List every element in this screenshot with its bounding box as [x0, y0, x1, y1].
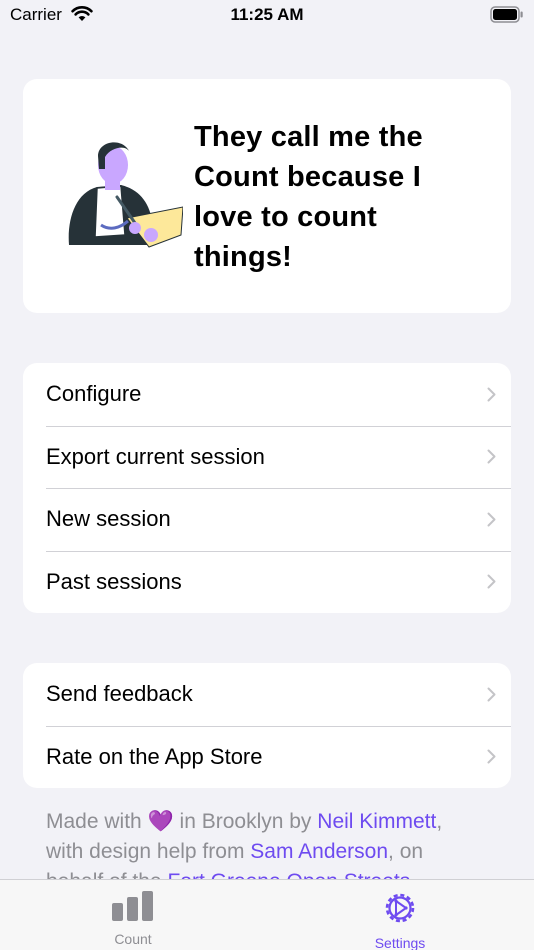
status-time: 11:25 AM [230, 5, 304, 24]
bar-chart-icon [111, 891, 155, 926]
status-bar: Carrier 11:25 AM [0, 0, 534, 32]
session-menu: Configure Export current session New ses… [23, 363, 511, 613]
counter-person-illustration [65, 135, 184, 260]
credits-text-part: , [436, 810, 443, 833]
hero-tagline-line: things! [194, 241, 293, 273]
author-link[interactable]: Neil Kimmett [317, 810, 436, 833]
tab-count[interactable]: Count [63, 890, 203, 947]
hero-tagline-line: love to count [194, 201, 378, 233]
credits-line: with design help from Sam Anderson, on [46, 837, 486, 867]
hero-tagline-line: Count because I [194, 161, 421, 193]
past-sessions-label: Past sessions [46, 568, 182, 594]
chevron-right-icon [471, 574, 511, 589]
hero-tagline-line: They call me the [194, 121, 423, 153]
configure-row[interactable]: Configure [23, 363, 511, 426]
chevron-right-icon [471, 512, 511, 527]
chevron-right-icon [471, 749, 511, 764]
rate-app-row[interactable]: Rate on the App Store [23, 725, 511, 789]
configure-label: Configure [46, 381, 142, 407]
chevron-right-icon [471, 387, 511, 402]
chevron-right-icon [471, 449, 511, 464]
new-session-row[interactable]: New session [23, 488, 511, 551]
rate-app-label: Rate on the App Store [46, 743, 263, 769]
credits-text-part: Made with [46, 810, 148, 833]
feedback-menu: Send feedback Rate on the App Store [23, 663, 511, 788]
new-session-label: New session [46, 506, 171, 532]
tab-count-label: Count [114, 931, 152, 947]
credits-text-part: with design help from [46, 840, 251, 863]
hero-tagline: They call me the Count because I love to… [194, 117, 494, 277]
credits-line: Made with 💜 in Brooklyn by Neil Kimmett, [46, 807, 486, 837]
past-sessions-row[interactable]: Past sessions [23, 550, 511, 614]
tab-settings-label: Settings [374, 935, 426, 950]
credits-text-part: , on [388, 840, 424, 863]
export-session-label: Export current session [46, 443, 265, 469]
chevron-right-icon [471, 687, 511, 702]
tab-bar: Count Settings [0, 879, 534, 950]
send-feedback-label: Send feedback [46, 681, 193, 707]
credits-text-part: in Brooklyn by [173, 810, 318, 833]
heart-icon: 💜 [147, 810, 174, 833]
export-session-row[interactable]: Export current session [23, 425, 511, 489]
tab-settings[interactable]: Settings [330, 890, 470, 950]
send-feedback-row[interactable]: Send feedback [23, 663, 511, 726]
designer-link[interactable]: Sam Anderson [250, 840, 388, 863]
battery-icon [490, 6, 524, 28]
gear-icon [382, 893, 418, 930]
hero-card: They call me the Count because I love to… [23, 79, 511, 313]
